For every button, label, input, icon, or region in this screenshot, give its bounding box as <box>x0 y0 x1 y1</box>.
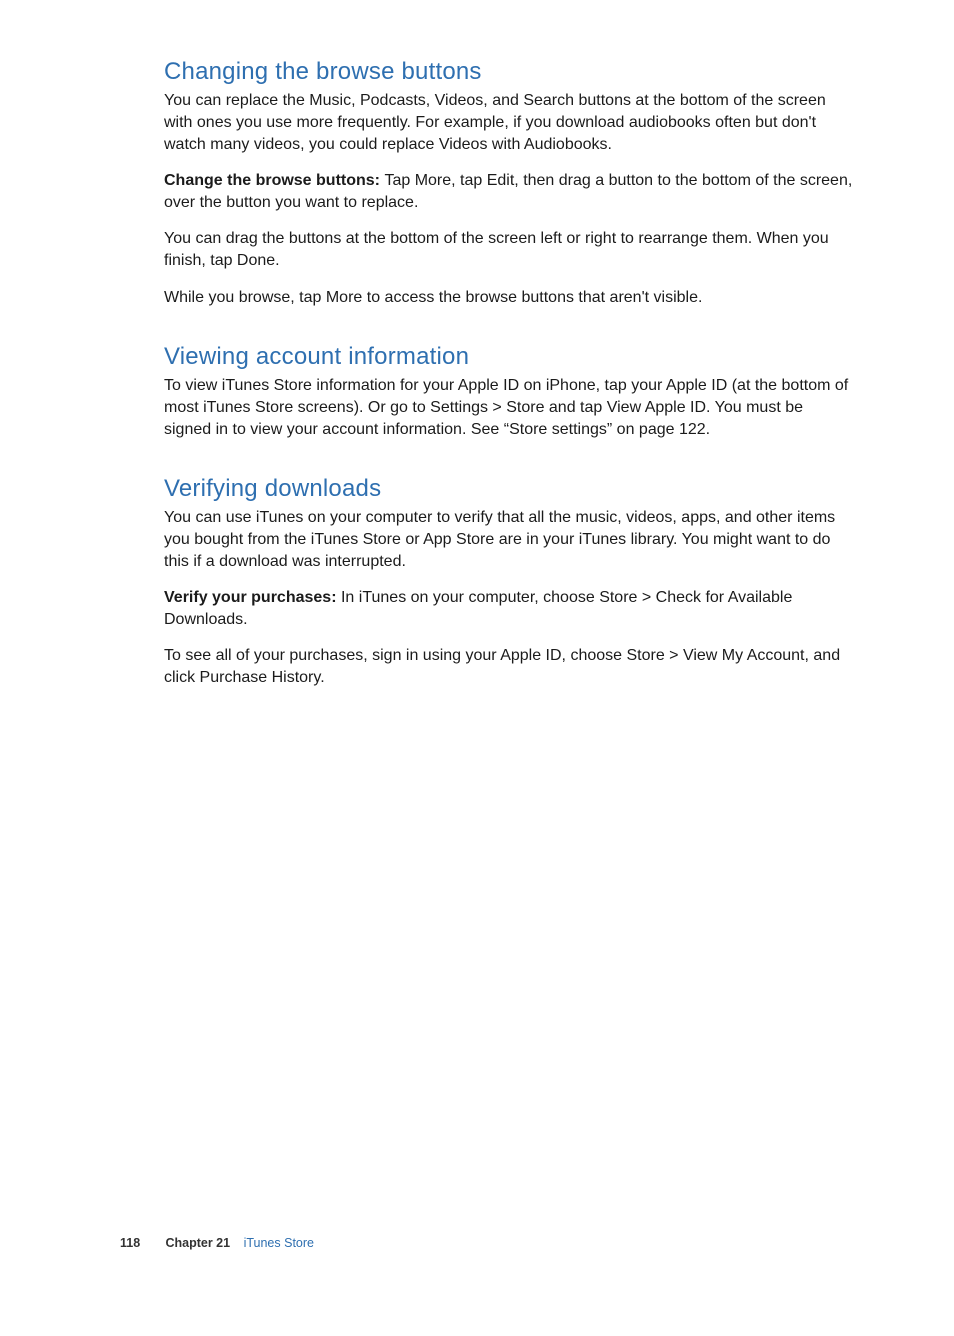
task-label: Change the browse buttons: <box>164 172 384 189</box>
para: You can use iTunes on your computer to v… <box>164 507 854 573</box>
task-label: Verify your purchases: <box>164 589 341 606</box>
para: You can replace the Music, Podcasts, Vid… <box>164 90 854 156</box>
section-changing-browse-buttons: Changing the browse buttons You can repl… <box>164 58 854 309</box>
para: While you browse, tap More to access the… <box>164 287 854 309</box>
page-number: 118 <box>120 1236 162 1250</box>
para-task: Change the browse buttons: Tap More, tap… <box>164 170 854 214</box>
para: To view iTunes Store information for you… <box>164 375 854 441</box>
para: You can drag the buttons at the bottom o… <box>164 228 854 272</box>
para: To see all of your purchases, sign in us… <box>164 645 854 689</box>
page-footer: 118 Chapter 21 iTunes Store <box>120 1236 854 1250</box>
document-page: Changing the browse buttons You can repl… <box>0 0 954 1336</box>
section-viewing-account: Viewing account information To view iTun… <box>164 343 854 441</box>
heading-changing-browse: Changing the browse buttons <box>164 58 854 86</box>
chapter-title: iTunes Store <box>244 1236 314 1250</box>
heading-viewing-account: Viewing account information <box>164 343 854 371</box>
para-task: Verify your purchases: In iTunes on your… <box>164 587 854 631</box>
section-verifying-downloads: Verifying downloads You can use iTunes o… <box>164 475 854 690</box>
heading-verifying-downloads: Verifying downloads <box>164 475 854 503</box>
chapter-label: Chapter 21 <box>165 1236 230 1250</box>
